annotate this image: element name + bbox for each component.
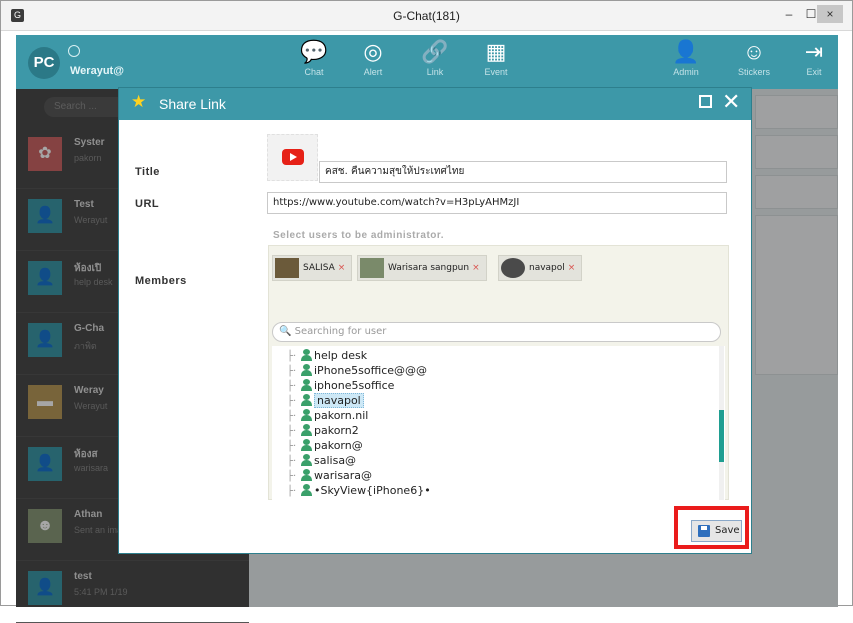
user-icon xyxy=(301,484,312,496)
admin-icon: 👤 xyxy=(672,39,700,64)
tree-item-label: •SkyView{iPhone6}• xyxy=(314,484,431,497)
nav-exit[interactable]: ⇥ Exit xyxy=(790,39,838,85)
member-name: navapol xyxy=(529,263,565,273)
nav-stickers[interactable]: ☺ Stickers xyxy=(730,39,778,85)
user-icon xyxy=(301,439,312,451)
user-search-placeholder: Searching for user xyxy=(294,326,387,337)
username: Werayut@ xyxy=(70,65,124,77)
member-chip: SALISA × xyxy=(272,255,353,281)
url-field[interactable]: https://www.youtube.com/watch?v=H3pLyAHM… xyxy=(267,192,727,214)
tree-item-label: warisara@ xyxy=(314,469,373,482)
user-icon xyxy=(301,394,312,406)
user-search-input[interactable]: 🔍 Searching for user xyxy=(272,322,721,342)
admin-hint: Select users to be administrator. xyxy=(273,230,444,241)
member-name: SALISA xyxy=(303,263,335,273)
member-chip: Warisara sangpun × xyxy=(357,255,487,281)
tree-item[interactable]: ├· navapol xyxy=(287,393,364,408)
tree-item-label: salisa@ xyxy=(314,454,357,467)
share-link-dialog: ★ Share Link ✕ Title URL Members คสช. คื… xyxy=(118,87,752,554)
nav-chat[interactable]: 💬 Chat xyxy=(290,39,338,85)
title-bar: G G-Chat(181) – ☐ × xyxy=(1,1,852,31)
globe-icon: ◎ xyxy=(363,39,383,64)
close-icon[interactable]: ✕ xyxy=(722,89,740,115)
tree-item[interactable]: ├· warisara@ xyxy=(287,468,372,483)
maximize-icon[interactable] xyxy=(699,95,712,108)
nav-link[interactable]: 🔗 Link xyxy=(411,39,459,85)
exit-icon: ⇥ xyxy=(804,39,824,64)
star-icon: ★ xyxy=(131,92,147,111)
member-name: Warisara sangpun xyxy=(388,263,470,273)
close-window-button[interactable]: × xyxy=(817,5,843,23)
tree-item[interactable]: ├· iphone5soffice xyxy=(287,378,394,393)
youtube-icon xyxy=(282,149,304,165)
tree-item[interactable]: ├· iPhone5soffice@@@ xyxy=(287,363,427,378)
clock-icon xyxy=(68,45,80,57)
user-icon xyxy=(301,409,312,421)
member-avatar xyxy=(360,258,384,278)
scrollbar-thumb[interactable] xyxy=(719,410,724,462)
members-label: Members xyxy=(135,275,187,287)
user-icon xyxy=(301,364,312,376)
app-header: PC Werayut@ 💬 Chat ◎ Alert 🔗 Link ▦ Even… xyxy=(16,35,838,89)
dialog-header: ★ Share Link ✕ xyxy=(119,88,751,120)
save-highlight-box xyxy=(674,506,749,549)
chat-icon: 💬 xyxy=(300,39,328,64)
user-icon xyxy=(301,454,312,466)
member-chip: navapol × xyxy=(498,255,583,281)
tree-item-label: navapol xyxy=(314,393,364,408)
tree-item[interactable]: ├· pakorn2 xyxy=(287,423,359,438)
remove-chip-icon[interactable]: × xyxy=(472,263,480,273)
nav-event[interactable]: ▦ Event xyxy=(472,39,520,85)
tree-item-label: pakorn.nil xyxy=(314,409,369,422)
link-icon: 🔗 xyxy=(421,39,449,64)
nav-alert-label: Alert xyxy=(363,67,383,77)
tree-item[interactable]: ├· pakorn@ xyxy=(287,438,363,453)
tree-item[interactable]: ├· salisa@ xyxy=(287,453,356,468)
nav-link-label: Link xyxy=(426,67,444,77)
user-icon xyxy=(301,424,312,436)
tree-item[interactable]: ├· •SkyView{iPhone6}• xyxy=(287,483,431,498)
tree-item-label: iPhone5soffice@@@ xyxy=(314,364,428,377)
tree-item-label: iphone5soffice xyxy=(314,379,395,392)
member-avatar xyxy=(501,258,525,278)
user-icon xyxy=(301,379,312,391)
avatar[interactable]: PC xyxy=(28,47,60,79)
user-icon xyxy=(301,349,312,361)
nav-admin-label: Admin xyxy=(673,67,699,77)
url-label: URL xyxy=(135,198,160,210)
tree-item-label: pakorn2 xyxy=(314,424,359,437)
tree-item[interactable]: ├· help desk xyxy=(287,348,367,363)
remove-chip-icon[interactable]: × xyxy=(568,263,576,273)
nav-stickers-label: Stickers xyxy=(737,67,770,77)
window-title: G-Chat(181) xyxy=(393,9,460,23)
nav-alert[interactable]: ◎ Alert xyxy=(349,39,397,85)
members-box: SALISA × Warisara sangpun × navapol × 🔍 Sea… xyxy=(268,245,729,500)
dialog-title: Share Link xyxy=(159,96,226,112)
link-thumbnail xyxy=(267,134,318,181)
tree-item-label: help desk xyxy=(314,349,368,362)
nav-event-label: Event xyxy=(484,67,508,77)
remove-chip-icon[interactable]: × xyxy=(338,263,346,273)
nav-exit-label: Exit xyxy=(806,67,822,77)
title-field[interactable]: คสช. คืนความสุขให้ประเทศไทย xyxy=(319,161,727,183)
nav-chat-label: Chat xyxy=(304,67,324,77)
tree-scrollbar[interactable] xyxy=(719,346,724,500)
smiley-icon: ☺ xyxy=(742,39,766,64)
member-avatar xyxy=(275,258,299,278)
user-icon xyxy=(301,469,312,481)
user-tree: ├· help desk ├· iPhone5soffice@@@ ├· iphone… xyxy=(272,346,725,500)
nav-admin[interactable]: 👤 Admin xyxy=(662,39,710,85)
calendar-icon: ▦ xyxy=(485,39,507,64)
tree-item-label: pakorn@ xyxy=(314,439,363,452)
title-label: Title xyxy=(135,166,160,178)
tree-item[interactable]: ├· pakorn.nil xyxy=(287,408,368,423)
